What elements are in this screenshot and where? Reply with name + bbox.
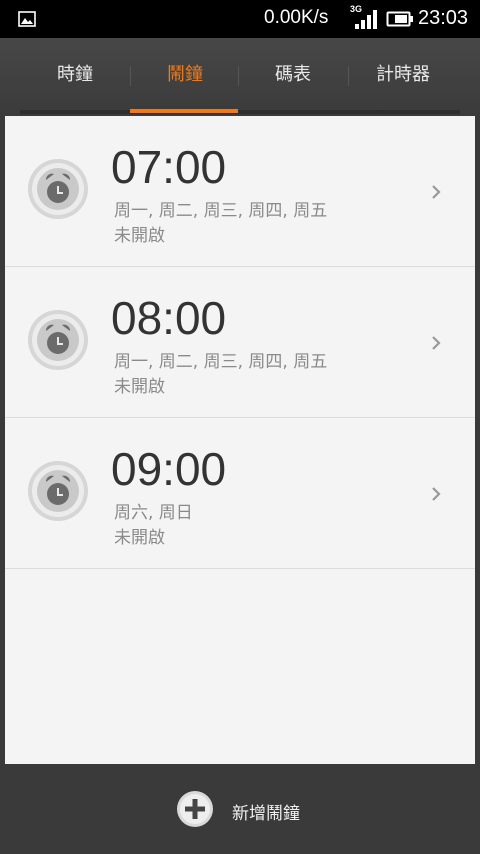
status-clock: 23:03 <box>418 7 469 29</box>
tab-clock[interactable]: 時鐘 <box>20 38 130 112</box>
add-alarm-label: 新增鬧鐘 <box>232 804 300 824</box>
alarm-row[interactable]: 08:00 周一, 周二, 周三, 周四, 周五 未開啟 <box>5 267 475 418</box>
chevron-right-icon <box>432 487 441 501</box>
status-bar: 0.00K/s 3G 23:03 <box>0 0 480 38</box>
alarm-clock-icon[interactable] <box>27 460 89 522</box>
image-notification-icon <box>18 11 36 27</box>
alarm-time: 07:00 <box>111 141 227 193</box>
tab-alarm[interactable]: 鬧鐘 <box>130 38 240 112</box>
signal-icon <box>355 10 377 29</box>
net-speed: 0.00K/s <box>264 7 329 28</box>
add-alarm-button[interactable]: 新增鬧鐘 <box>176 790 336 830</box>
alarm-repeat-days: 周六, 周日 <box>114 503 193 523</box>
alarm-repeat-days: 周一, 周二, 周三, 周四, 周五 <box>114 352 328 372</box>
plus-circle-icon <box>177 791 213 827</box>
alarm-status: 未開啟 <box>114 226 165 246</box>
tab-timer[interactable]: 計時器 <box>348 38 458 112</box>
alarm-time: 08:00 <box>111 292 227 344</box>
tab-bar: 時鐘 鬧鐘 碼表 計時器 <box>0 38 480 116</box>
chevron-right-icon <box>432 185 441 199</box>
alarm-status: 未開啟 <box>114 528 165 548</box>
alarm-list: 07:00 周一, 周二, 周三, 周四, 周五 未開啟 08:00 周一, 周… <box>5 116 475 764</box>
alarm-repeat-days: 周一, 周二, 周三, 周四, 周五 <box>114 201 328 221</box>
tab-track <box>20 110 460 114</box>
battery-icon <box>386 11 413 27</box>
chevron-right-icon <box>432 336 441 350</box>
alarm-row[interactable]: 07:00 周一, 周二, 周三, 周四, 周五 未開啟 <box>5 116 475 267</box>
alarm-clock-icon[interactable] <box>27 309 89 371</box>
bottom-bar: 新增鬧鐘 <box>0 764 480 854</box>
alarm-status: 未開啟 <box>114 377 165 397</box>
tab-stopwatch[interactable]: 碼表 <box>238 38 348 112</box>
alarm-clock-icon[interactable] <box>27 158 89 220</box>
tab-active-indicator <box>130 109 238 113</box>
alarm-row[interactable]: 09:00 周六, 周日 未開啟 <box>5 418 475 569</box>
alarm-time: 09:00 <box>111 443 227 495</box>
